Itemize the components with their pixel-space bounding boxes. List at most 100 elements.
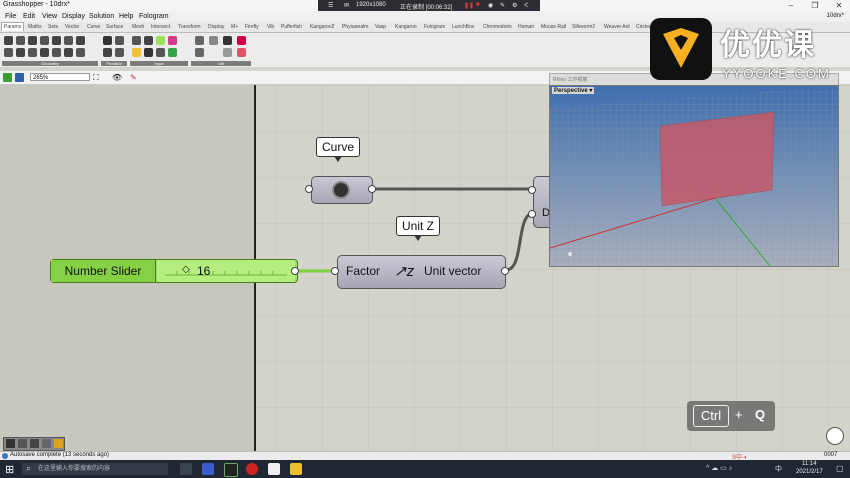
open-file-icon[interactable] xyxy=(3,73,12,82)
tab-surface[interactable]: Surface xyxy=(106,24,123,30)
tab-weaver-ant[interactable]: Weaver Ant xyxy=(604,24,630,30)
vector-wire[interactable] xyxy=(505,211,535,272)
zoom-extents-icon[interactable]: ⛶ xyxy=(93,73,99,83)
menu-view[interactable]: View xyxy=(42,13,57,20)
boolean-param-icon[interactable] xyxy=(103,36,112,45)
recorder-icon[interactable] xyxy=(246,463,258,475)
tab-curve[interactable]: Curve xyxy=(87,24,100,30)
tab-vib[interactable]: Vib xyxy=(267,24,274,30)
vector-param-icon[interactable] xyxy=(16,36,25,45)
circle-param-icon[interactable] xyxy=(28,36,37,45)
preview-eye-icon[interactable]: 👁 xyxy=(112,73,122,82)
taskbar-search[interactable]: 在这里输入你要搜索的内容 xyxy=(22,463,168,475)
field-param-icon[interactable] xyxy=(76,48,85,57)
file-explorer-icon[interactable] xyxy=(290,463,302,475)
fitness-icon[interactable] xyxy=(195,48,204,57)
surface-param-icon[interactable] xyxy=(40,48,49,57)
colour-swatch-icon[interactable] xyxy=(168,36,177,45)
tab-maths[interactable]: Maths xyxy=(28,24,42,30)
tab-sets[interactable]: Sets xyxy=(48,24,58,30)
grasshopper-icon[interactable] xyxy=(268,463,280,475)
mini-tool-3-icon[interactable] xyxy=(30,439,39,448)
tab-silkworm2[interactable]: Silkworm2 xyxy=(572,24,595,30)
viewport-label[interactable]: Perspective ▾ xyxy=(552,87,595,94)
number-slider-icon[interactable] xyxy=(156,36,165,45)
tab-mesh[interactable]: Mesh xyxy=(132,24,144,30)
flask-icon[interactable] xyxy=(237,48,246,57)
menu-display[interactable]: Display xyxy=(62,13,85,20)
task-view-icon[interactable] xyxy=(180,463,192,475)
cluster-icon[interactable] xyxy=(237,36,246,45)
terminal-icon[interactable] xyxy=(224,463,238,477)
curve-param-icon[interactable] xyxy=(76,36,85,45)
relay-icon[interactable] xyxy=(195,36,204,45)
brep-param-icon[interactable] xyxy=(64,36,73,45)
menu-file[interactable]: File xyxy=(5,13,16,20)
tab-kangaroo2[interactable]: Kangaroo2 xyxy=(310,24,334,30)
partial-input-port-a[interactable] xyxy=(528,186,536,194)
unitz-vector-port[interactable] xyxy=(501,267,509,275)
tab-transform[interactable]: Transform xyxy=(178,24,201,30)
tab-intersect[interactable]: Intersect xyxy=(151,24,170,30)
stop-icon[interactable]: ■ xyxy=(476,2,480,8)
menu-help[interactable]: Help xyxy=(119,13,133,20)
tab-chromodoris[interactable]: Chromodoris xyxy=(483,24,512,30)
tab-params[interactable]: Params xyxy=(1,22,25,31)
jump-icon[interactable] xyxy=(223,36,232,45)
tab-vector[interactable]: Vector xyxy=(65,24,79,30)
tab-pufferfish[interactable]: Pufferfish xyxy=(281,24,302,30)
line-param-icon[interactable] xyxy=(4,48,13,57)
menu-solution[interactable]: Solution xyxy=(89,13,114,20)
tab-human[interactable]: Human xyxy=(518,24,534,30)
tab-display[interactable]: Display xyxy=(208,24,224,30)
curve-output-port[interactable] xyxy=(368,185,376,193)
panel-icon[interactable] xyxy=(132,48,141,57)
data-dam-icon[interactable] xyxy=(209,36,218,45)
maximize-button[interactable]: ❐ xyxy=(806,0,824,11)
mini-tool-5-icon[interactable] xyxy=(54,439,63,448)
text-param-icon[interactable] xyxy=(115,48,124,57)
pause-icon[interactable]: ❚❚ xyxy=(464,2,474,9)
gradient-icon[interactable] xyxy=(168,48,177,57)
button-icon[interactable] xyxy=(144,36,153,45)
tab-kangaroo[interactable]: Kangaroo xyxy=(395,24,417,30)
pen-icon[interactable]: ✎ xyxy=(500,2,505,9)
slider-track[interactable]: ◇ 16 xyxy=(157,260,295,282)
curve-input-port[interactable] xyxy=(305,185,313,193)
menu-fologram[interactable]: Fologram xyxy=(139,13,169,20)
mesh-param-icon[interactable] xyxy=(16,48,25,57)
windows-start-icon[interactable]: ⊞ xyxy=(5,463,14,476)
geometry-param-icon[interactable] xyxy=(52,48,61,57)
number-param-icon[interactable] xyxy=(103,48,112,57)
app-p-icon[interactable] xyxy=(202,463,214,475)
close-button[interactable]: ✕ xyxy=(830,0,848,11)
mini-tool-2-icon[interactable] xyxy=(18,439,27,448)
unitz-factor-port[interactable] xyxy=(331,267,339,275)
settings-icon[interactable]: ⚙ xyxy=(512,2,517,9)
partial-input-port-b[interactable] xyxy=(528,210,536,218)
notification-icon[interactable]: ▢ xyxy=(836,464,844,473)
boolean-toggle-icon[interactable] xyxy=(132,36,141,45)
tab-mouse-rail[interactable]: Mouse Rail xyxy=(541,24,566,30)
tab-vasp[interactable]: Vasp xyxy=(375,24,386,30)
group-param-icon[interactable] xyxy=(64,48,73,57)
tray-icons[interactable]: ^ ☁ ▭ ♪ xyxy=(706,464,732,472)
tab-physarealm[interactable]: Physarealm xyxy=(342,24,368,30)
integer-param-icon[interactable] xyxy=(115,36,124,45)
mic-icon[interactable]: ✉ xyxy=(344,2,349,9)
tray-language[interactable]: 中 xyxy=(775,464,782,474)
tab-firefly[interactable]: Firefly xyxy=(245,24,259,30)
sketch-pen-icon[interactable]: ✎ xyxy=(130,73,137,82)
plane-param-icon[interactable] xyxy=(28,48,37,57)
box-param-icon[interactable] xyxy=(52,36,61,45)
value-list-icon[interactable] xyxy=(144,48,153,57)
arc-param-icon[interactable] xyxy=(40,36,49,45)
slider-grip-icon[interactable]: ◇ xyxy=(182,264,190,275)
tab-lunchbox[interactable]: LunchBox xyxy=(452,24,474,30)
navigation-compass-icon[interactable] xyxy=(826,427,844,445)
tab-mplus[interactable]: M+ xyxy=(231,24,238,30)
rhino-viewport[interactable]: Perspective ▾ xyxy=(549,85,839,267)
collapse-icon[interactable]: ᐸ xyxy=(524,2,528,9)
menu-icon[interactable]: ☰ xyxy=(328,2,333,9)
arrow-icon[interactable] xyxy=(223,48,232,57)
